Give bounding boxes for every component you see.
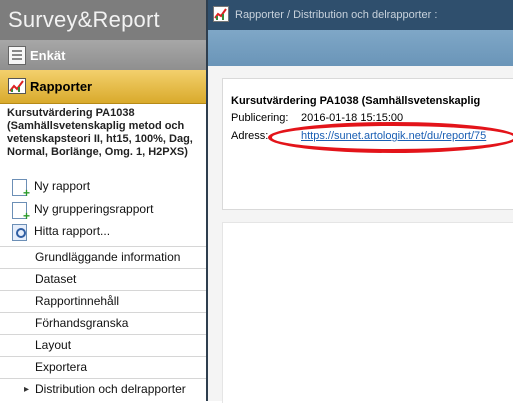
new-report-icon bbox=[12, 179, 30, 200]
new-report-action[interactable]: Ny rapport bbox=[12, 178, 202, 200]
report-menu: Grundläggande information Dataset Rappor… bbox=[0, 246, 206, 400]
adress-label: Adress: bbox=[231, 130, 269, 142]
new-report-label: Ny rapport bbox=[34, 179, 91, 193]
main-content: Kursutvärdering PA1038 (Samhällsvetenska… bbox=[208, 66, 513, 403]
find-report-label: Hitta rapport... bbox=[34, 224, 111, 238]
breadcrumb: Rapporter / Distribution och delrapporte… bbox=[235, 9, 438, 21]
report-title: Kursutvärdering PA1038 (Samhällsvetenska… bbox=[7, 107, 193, 158]
top-bar: Rapporter / Distribution och delrapporte… bbox=[208, 0, 513, 30]
panel-title: Kursutvärdering PA1038 (Samhällsvetenska… bbox=[231, 95, 481, 107]
chart-icon bbox=[8, 78, 26, 94]
publicering-label: Publicering: bbox=[231, 112, 289, 124]
menu-item-grundlaggande[interactable]: Grundläggande information bbox=[0, 246, 206, 268]
sidebar: Survey&Report Enkät Rapporter Kursutvärd… bbox=[0, 0, 206, 401]
menu-item-layout[interactable]: Layout bbox=[0, 334, 206, 356]
highlight-ellipse bbox=[268, 122, 513, 153]
secondary-panel bbox=[222, 222, 513, 403]
app-logo: Survey&Report bbox=[0, 0, 206, 40]
nav-rapporter[interactable]: Rapporter bbox=[0, 70, 206, 104]
new-group-report-label: Ny grupperingsrapport bbox=[34, 202, 154, 216]
survey-icon bbox=[8, 46, 26, 65]
find-report-action[interactable]: Hitta rapport... bbox=[12, 223, 202, 241]
menu-item-forhandsgranska[interactable]: Förhandsgranska bbox=[0, 312, 206, 334]
menu-item-rapportinnehall[interactable]: Rapportinnehåll bbox=[0, 290, 206, 312]
find-report-icon bbox=[12, 224, 27, 241]
menu-item-distribution[interactable]: Distribution och delrapporter bbox=[0, 378, 206, 400]
new-group-report-icon bbox=[12, 202, 30, 223]
adress-row: Adress: https://sunet.artologik.net/du/r… bbox=[231, 130, 486, 142]
publicering-row: Publicering: 2016-01-18 15:15:00 bbox=[231, 112, 403, 124]
menu-item-dataset[interactable]: Dataset bbox=[0, 268, 206, 290]
menu-item-exportera[interactable]: Exportera bbox=[0, 356, 206, 378]
reports-chart-icon bbox=[213, 6, 229, 22]
nav-rapporter-label: Rapporter bbox=[30, 79, 93, 94]
header-band bbox=[208, 30, 513, 66]
new-group-report-action[interactable]: Ny grupperingsrapport bbox=[12, 201, 202, 223]
nav-enkat[interactable]: Enkät bbox=[0, 40, 206, 70]
nav-enkat-label: Enkät bbox=[30, 48, 66, 63]
